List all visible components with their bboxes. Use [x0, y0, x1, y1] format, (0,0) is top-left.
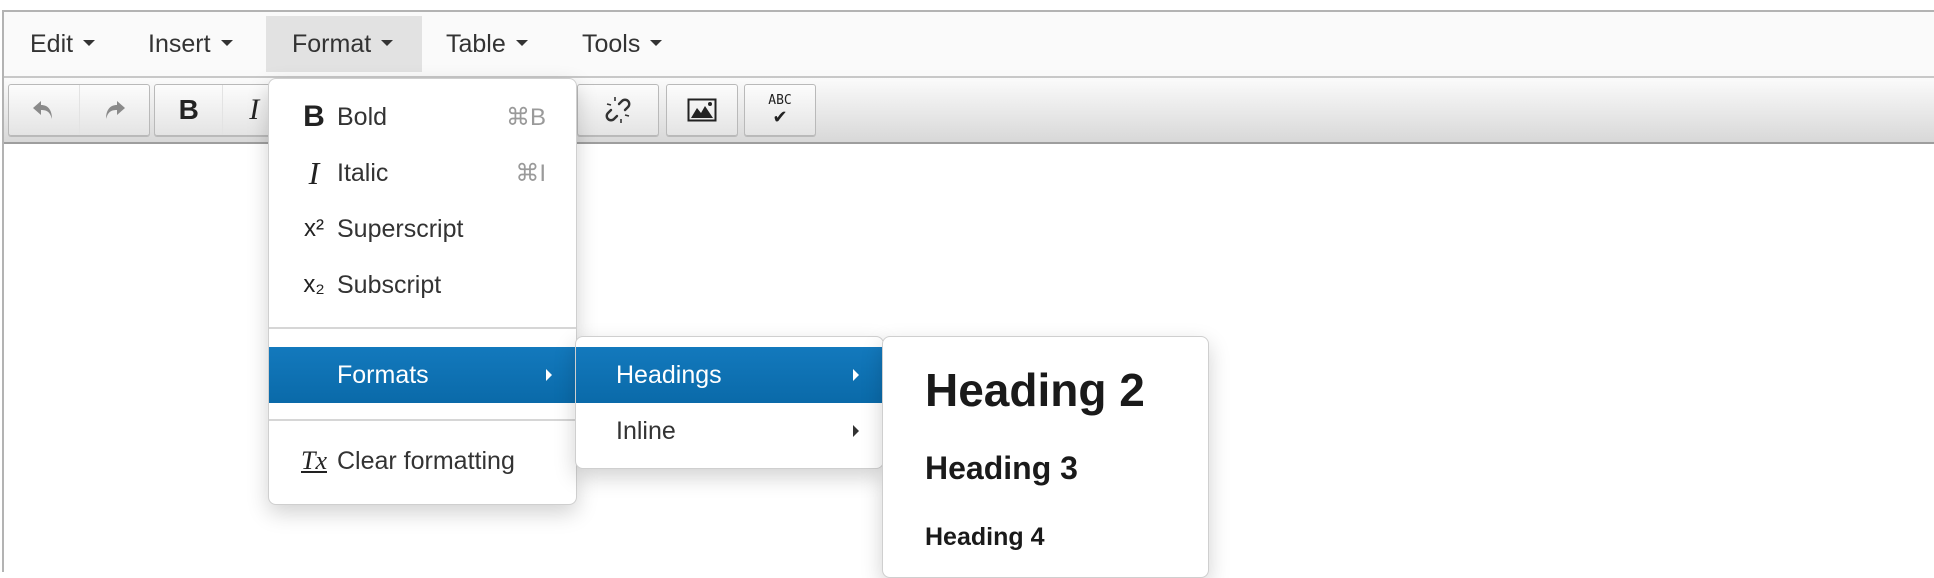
history-group [8, 84, 150, 136]
menu-item-subscript[interactable]: x₂ Subscript [269, 257, 576, 313]
submenu-item-inline-label: Inline [616, 416, 676, 445]
unlink-icon [605, 97, 631, 123]
undo-icon [32, 101, 52, 119]
submenu-item-inline[interactable]: Inline [576, 403, 883, 459]
chevron-right-icon [546, 369, 552, 381]
submenu-item-headings-label: Headings [616, 360, 722, 389]
menu-format-label: Format [292, 30, 372, 58]
menu-tools[interactable]: Tools [582, 16, 663, 72]
unlink-group [577, 84, 659, 136]
italic-icon: I [249, 93, 260, 126]
formats-submenu: Headings Inline [575, 336, 884, 469]
bold-icon: B [303, 100, 325, 133]
check-icon: ✔ [772, 107, 788, 127]
menu-item-formats-label: Formats [337, 360, 429, 389]
menu-table[interactable]: Table [446, 16, 528, 72]
headings-submenu: Heading 2 Heading 3 Heading 4 [882, 336, 1209, 578]
menu-item-bold[interactable]: B Bold ⌘B [269, 89, 576, 145]
spellcheck-button[interactable]: ABC ✔ [745, 85, 815, 135]
bold-icon: B [178, 94, 199, 125]
menu-separator [269, 327, 576, 329]
menu-item-italic[interactable]: I Italic ⌘I [269, 145, 576, 201]
menu-item-italic-shortcut: ⌘I [515, 159, 546, 187]
image-icon [687, 98, 717, 122]
menu-insert[interactable]: Insert [148, 16, 233, 72]
menu-edit[interactable]: Edit [30, 16, 96, 72]
italic-icon: I [308, 154, 320, 191]
heading-4-option[interactable]: Heading 4 [925, 523, 1044, 552]
chevron-right-icon [853, 369, 859, 381]
caret-down-icon [515, 40, 528, 47]
menu-item-italic-label: Italic [337, 158, 389, 187]
heading-2-option[interactable]: Heading 2 [925, 363, 1145, 417]
caret-down-icon [83, 40, 96, 47]
redo-button[interactable] [80, 85, 150, 135]
caret-down-icon [220, 40, 233, 47]
menu-item-superscript[interactable]: x² Superscript [269, 201, 576, 257]
menu-tools-label: Tools [582, 30, 641, 58]
redo-icon [106, 101, 126, 119]
chevron-right-icon [853, 425, 859, 437]
menu-item-subscript-label: Subscript [337, 270, 442, 299]
insert-image-button[interactable] [667, 85, 737, 135]
menu-item-bold-shortcut: ⌘B [505, 103, 546, 131]
unlink-button[interactable] [578, 85, 658, 135]
bold-button[interactable]: B [155, 85, 224, 135]
menu-item-superscript-label: Superscript [337, 214, 464, 243]
clear-formatting-icon: Tx [301, 446, 327, 475]
heading-3-option[interactable]: Heading 3 [925, 450, 1078, 487]
caret-down-icon [381, 40, 394, 47]
undo-button[interactable] [9, 85, 80, 135]
menu-item-clear-formatting-label: Clear formatting [337, 446, 515, 475]
menu-table-label: Table [446, 30, 506, 58]
menubar: Edit Insert Format Table Tools [4, 12, 1934, 78]
menu-format[interactable]: Format [266, 16, 422, 72]
submenu-item-headings[interactable]: Headings [576, 347, 883, 403]
menu-item-bold-label: Bold [337, 102, 388, 131]
spellcheck-abc-icon: ABC [768, 93, 792, 108]
caret-down-icon [650, 40, 663, 47]
menu-separator [269, 419, 576, 421]
menu-insert-label: Insert [148, 30, 211, 58]
menu-item-clear-formatting[interactable]: Tx Clear formatting [269, 433, 576, 489]
image-group [666, 84, 738, 136]
menu-item-formats[interactable]: Formats [269, 347, 576, 403]
format-menu: B Bold ⌘B I Italic ⌘I x² Superscript x₂ … [268, 78, 577, 505]
format-group: B I [154, 84, 286, 136]
spellcheck-group: ABC ✔ [744, 84, 816, 136]
superscript-icon: x² [304, 215, 324, 242]
menu-edit-label: Edit [30, 30, 74, 58]
subscript-icon: x₂ [303, 271, 325, 298]
